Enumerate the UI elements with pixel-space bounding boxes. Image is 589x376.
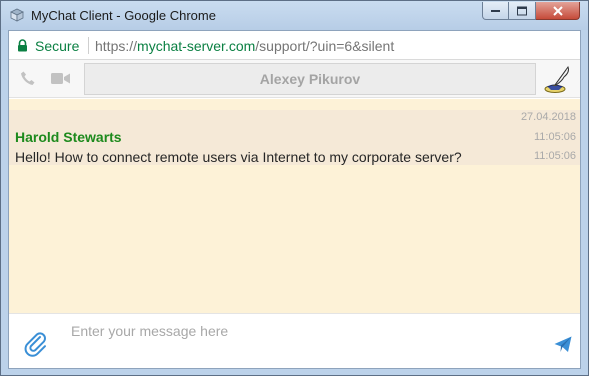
browser-content: Secure https://mychat-server.com/support… <box>8 30 581 369</box>
url-field[interactable]: https://mychat-server.com/support/?uin=6… <box>95 38 394 54</box>
contact-name: Alexey Pikurov <box>84 63 536 95</box>
maximize-icon <box>517 6 527 15</box>
url-prefix: https:// <box>95 38 138 54</box>
url-path: /support/?uin=6&silent <box>255 38 395 54</box>
chat-toolbar: Alexey Pikurov <box>9 60 580 98</box>
address-separator <box>88 37 89 54</box>
close-button[interactable] <box>536 2 580 20</box>
quill-ink-icon[interactable] <box>542 64 572 99</box>
message-sender: Harold Stewarts <box>15 129 122 145</box>
address-bar[interactable]: Secure https://mychat-server.com/support… <box>9 31 580 60</box>
browser-window: MyChat Client - Google Chrome Secure htt… <box>0 0 589 376</box>
message-text: Hello! How to connect remote users via I… <box>15 149 462 165</box>
message-input[interactable] <box>71 320 541 342</box>
window-title: MyChat Client - Google Chrome <box>31 8 216 23</box>
close-icon <box>552 5 563 16</box>
message-input-bar <box>9 313 580 368</box>
secure-label: Secure <box>35 38 80 54</box>
message-timestamp: 11:05:06 <box>533 150 576 162</box>
maximize-button[interactable] <box>509 2 536 20</box>
paperclip-icon[interactable] <box>23 331 49 362</box>
window-controls <box>482 2 580 20</box>
chat-area[interactable]: 27.04.2018 Harold Stewarts 11:05:06 Hell… <box>9 99 580 313</box>
title-bar[interactable]: MyChat Client - Google Chrome <box>1 1 588 30</box>
phone-icon[interactable] <box>20 70 36 91</box>
minimize-button[interactable] <box>482 2 509 20</box>
sender-timestamp: 11:05:06 <box>533 131 576 143</box>
app-icon <box>9 8 25 22</box>
message-date: 27.04.2018 <box>520 111 576 123</box>
minimize-icon <box>490 9 500 12</box>
lock-icon <box>17 39 28 57</box>
video-camera-icon[interactable] <box>51 72 71 90</box>
url-host: mychat-server.com <box>137 38 256 54</box>
send-icon[interactable] <box>554 336 572 358</box>
